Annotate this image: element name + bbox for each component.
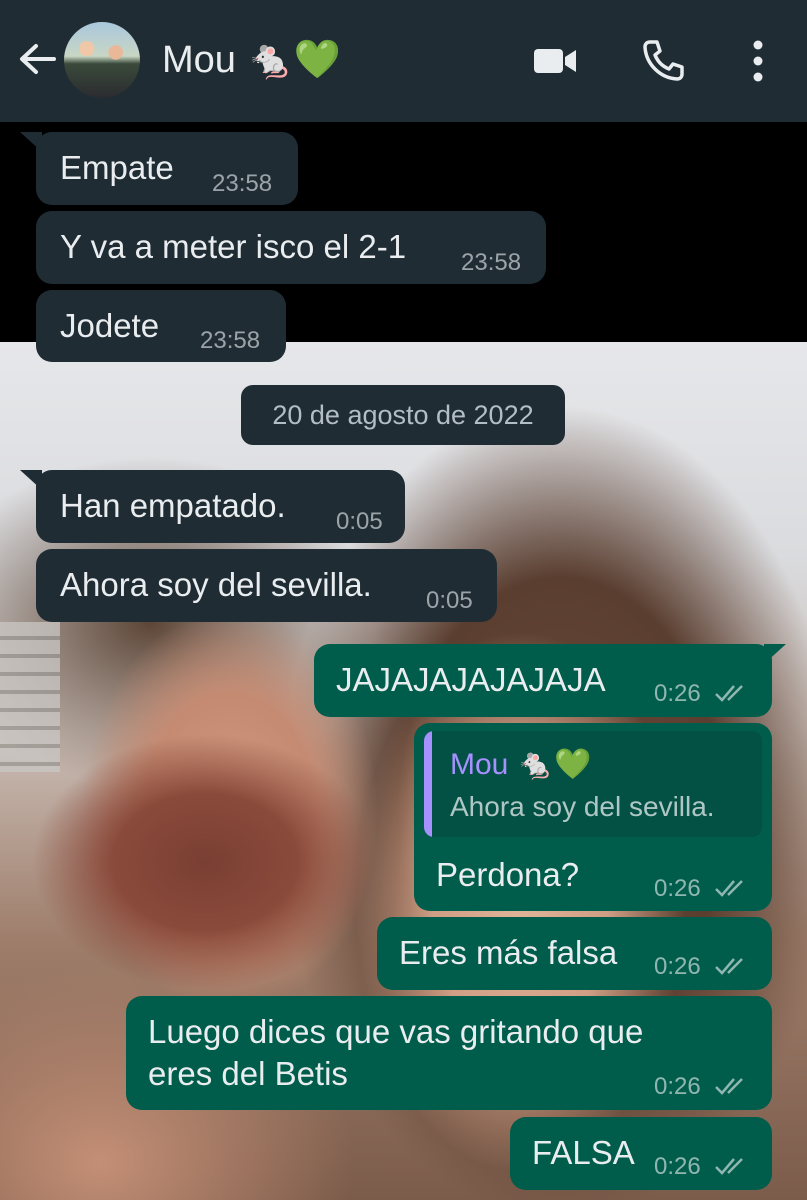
message-incoming[interactable]: Jodete 23:58 [36, 290, 286, 362]
message-text-line-2: eres del Betis [148, 1055, 348, 1092]
date-separator: 20 de agosto de 2022 [241, 385, 565, 445]
chat-header: Mou 🐁💚 [0, 0, 807, 122]
double-check-icon [715, 1078, 743, 1095]
message-text: Eres más falsa [399, 934, 618, 971]
message-text: Perdona? [436, 856, 580, 893]
message-outgoing[interactable]: JAJAJAJAJAJAJA 0:26 [314, 644, 772, 717]
message-time: 0:05 [336, 508, 383, 535]
video-call-icon[interactable] [532, 38, 578, 84]
message-time: 0:26 [654, 1153, 701, 1180]
message-text: Ahora soy del sevilla. [60, 566, 372, 603]
message-time: 23:58 [212, 170, 273, 197]
message-time: 0:26 [654, 875, 701, 902]
message-incoming[interactable]: Empate 23:58 [36, 132, 298, 205]
double-check-icon [715, 880, 743, 897]
quoted-message[interactable]: Mou 🐁💚 Ahora soy del sevilla. [424, 731, 762, 837]
message-outgoing[interactable]: Eres más falsa 0:26 [377, 917, 772, 990]
contact-avatar[interactable] [64, 22, 140, 98]
message-text: Han empatado. [60, 487, 286, 524]
message-text-line-1: Luego dices que vas gritando que [148, 1013, 644, 1050]
message-time: 0:26 [654, 953, 701, 980]
double-check-icon [715, 1158, 743, 1175]
message-time: 23:58 [461, 249, 522, 276]
message-time: 0:05 [426, 587, 473, 614]
more-vert-icon[interactable] [735, 38, 781, 84]
quote-accent-bar [424, 731, 432, 837]
message-text: FALSA [532, 1134, 635, 1171]
message-incoming[interactable]: Y va a meter isco el 2-1 23:58 [36, 211, 546, 284]
contact-name[interactable]: Mou 🐁💚 [162, 38, 341, 82]
back-arrow-icon[interactable] [16, 38, 58, 80]
double-check-icon [715, 958, 743, 975]
message-text: Empate [60, 149, 174, 186]
wallpaper-building [0, 622, 60, 772]
message-incoming[interactable]: Han empatado. 0:05 [36, 470, 405, 543]
message-time: 0:26 [654, 680, 701, 707]
phone-icon[interactable] [640, 38, 686, 84]
message-outgoing[interactable]: Luego dices que vas gritando que eres de… [126, 996, 772, 1110]
message-outgoing[interactable]: FALSA 0:26 [510, 1117, 772, 1190]
message-incoming[interactable]: Ahora soy del sevilla. 0:05 [36, 549, 497, 622]
message-text: Y va a meter isco el 2-1 [60, 228, 407, 265]
double-check-icon [715, 685, 743, 702]
quote-author: Mou 🐁💚 [450, 748, 592, 781]
message-time: 0:26 [654, 1073, 701, 1100]
quote-text: Ahora soy del sevilla. [450, 791, 715, 822]
message-time: 23:58 [200, 327, 261, 354]
message-text: JAJAJAJAJAJAJA [336, 661, 606, 698]
message-text: Jodete [60, 307, 160, 344]
